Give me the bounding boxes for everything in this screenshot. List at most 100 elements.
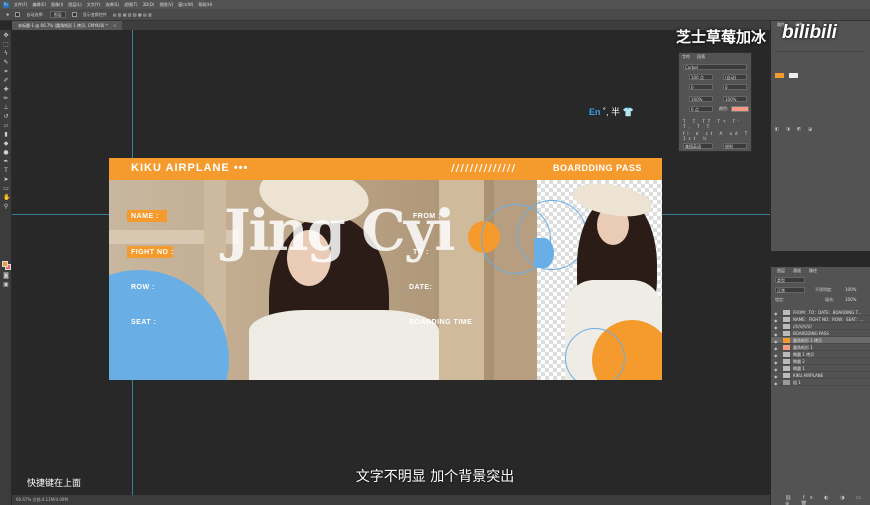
shape-stroke-swatch[interactable] <box>789 73 798 78</box>
layer-actions[interactable]: ⛓ fx ◐ ◑ ▭ ⊕ 🗑 <box>785 495 870 505</box>
font-size-field[interactable]: 100 点 <box>689 74 713 80</box>
menu-type[interactable]: 文字(Y) <box>87 2 101 8</box>
layer-row[interactable]: ◉ 椭圆 1 拷贝 <box>771 351 870 358</box>
dodge-tool-icon[interactable]: ● <box>3 150 9 156</box>
brush-tool-icon[interactable]: ✏ <box>3 96 9 102</box>
auto-select-dropdown[interactable]: 图层 <box>49 11 66 18</box>
antialias-select[interactable]: 锐利 <box>723 143 747 149</box>
vertical-scale-field[interactable]: 100% <box>689 96 713 102</box>
layer-row[interactable]: ◉ NAME：FIGHT NO：ROW：SEAT：... <box>771 316 870 323</box>
menu-window[interactable]: 窗口(W) <box>178 2 193 8</box>
para-tab[interactable]: 段落 <box>697 54 705 60</box>
fill-value[interactable]: 100% <box>845 297 856 302</box>
tab-layers[interactable]: 图层 <box>773 267 789 275</box>
layer-row[interactable]: ◉ 圆角矩形 1 <box>771 344 870 351</box>
crop-tool-icon[interactable]: ⌗ <box>3 69 9 75</box>
char-tab[interactable]: 字符 <box>682 54 690 60</box>
layer-row[interactable]: ◉ KIKU AIRPLANE <box>771 372 870 379</box>
leading-field[interactable]: (自动) <box>723 74 747 80</box>
ps-logo-icon: Ps <box>3 1 9 8</box>
marquee-tool-icon[interactable]: ⬚ <box>3 42 9 48</box>
quick-select-tool-icon[interactable]: ✎ <box>3 60 9 66</box>
screen-mode-icon[interactable]: ▣ <box>3 282 9 288</box>
move-tool-icon[interactable]: ✥ <box>3 33 9 39</box>
eyedropper-tool-icon[interactable]: ✐ <box>3 78 9 84</box>
shape-tool-icon[interactable]: ▭ <box>3 186 9 192</box>
eye-icon[interactable]: ◉ <box>774 380 778 387</box>
menu-filter[interactable]: 滤镜(T) <box>124 2 138 8</box>
field-seat-label: SEAT : <box>131 319 157 326</box>
baseline-field[interactable]: 0 点 <box>689 106 713 112</box>
type-thumb <box>783 317 790 322</box>
auto-select-checkbox[interactable] <box>15 12 21 17</box>
shape-thumb <box>783 338 790 343</box>
tracking-field[interactable]: 0 <box>723 84 747 90</box>
kerning-field[interactable]: 0 <box>689 84 713 90</box>
tab-title: 未标题-1 @ 66.7% (圆角矩形 1 拷贝, CMYK/8) * <box>18 23 108 28</box>
ime-en: En <box>589 107 601 117</box>
show-transform-checkbox[interactable] <box>71 12 77 17</box>
shape-thumb <box>783 366 790 371</box>
video-subtitle: 文字不明显 加个背景突出 <box>355 469 515 485</box>
type-thumb <box>783 373 790 378</box>
tab-document[interactable]: 未标题-1 @ 66.7% (圆角矩形 1 拷贝, CMYK/8) * × <box>12 21 123 30</box>
horizontal-scale-field[interactable]: 100% <box>723 96 747 102</box>
layer-kind-filter[interactable]: 类型 <box>775 277 805 283</box>
opentype-buttons[interactable]: fi σ st A ad T 1st ½ <box>683 131 751 141</box>
text-style-buttons[interactable]: T T TT Tт T' T, T T <box>683 119 751 129</box>
corner-radius-fields[interactable] <box>775 89 863 129</box>
align-icons[interactable]: ▤ ▥ ▦ ▧ ▨ ▩ ▤ ▥ <box>113 12 152 17</box>
opacity-value[interactable]: 100% <box>845 287 856 292</box>
pathfinder-buttons[interactable]: ◧ ◨ ◩ ◪ <box>775 126 815 131</box>
healing-tool-icon[interactable]: ✚ <box>3 87 9 93</box>
layer-row[interactable]: ◉ 组 1 <box>771 379 870 386</box>
stamp-tool-icon[interactable]: ⊥ <box>3 105 9 111</box>
tab-paths[interactable]: 路径 <box>805 267 821 275</box>
layer-row-selected[interactable]: ◉ 圆角矩形 1 拷贝 <box>771 337 870 344</box>
layer-row[interactable]: ◉////////////// <box>771 323 870 330</box>
menu-help[interactable]: 帮助(H) <box>198 2 212 8</box>
pen-tool-icon[interactable]: ✒ <box>3 159 9 165</box>
ime-indicator[interactable]: En ˚, 半 👕 <box>589 105 634 118</box>
move-tool-icon[interactable]: ✥ <box>6 12 9 17</box>
type-thumb <box>783 324 790 329</box>
menu-3d[interactable]: 3D(D) <box>143 2 155 7</box>
gradient-tool-icon[interactable]: ▮ <box>3 132 9 138</box>
menu-layer[interactable]: 图层(L) <box>68 2 81 8</box>
hand-tool-icon[interactable]: ✋ <box>3 195 10 201</box>
quick-mask-icon[interactable]: ◙ <box>3 273 9 279</box>
menu-file[interactable]: 文件(F) <box>14 2 27 8</box>
shape-thumb <box>783 345 790 350</box>
ime-rest: ˚, 半 👕 <box>603 107 634 117</box>
options-bar: ✥ 自动选择: 图层 显示变换控件 ▤ ▥ ▦ ▧ ▨ ▩ ▤ ▥ <box>0 9 870 21</box>
menu-bar: Ps 文件(F) 编辑(E) 图像(I) 图层(L) 文字(Y) 选择(S) 滤… <box>0 0 870 9</box>
menu-select[interactable]: 选择(S) <box>105 2 119 8</box>
blur-tool-icon[interactable]: ◆ <box>3 141 9 147</box>
menu-image[interactable]: 图像(I) <box>51 2 63 8</box>
blend-mode-select[interactable]: 正常 <box>775 287 805 293</box>
foreground-color-swatch[interactable] <box>2 261 8 267</box>
language-select[interactable]: 美国英语 <box>683 143 713 149</box>
zoom-tool-icon[interactable]: ⚲ <box>3 204 9 210</box>
layer-row[interactable]: ◉ 椭圆 2 <box>771 358 870 365</box>
menu-edit[interactable]: 编辑(E) <box>32 2 46 8</box>
text-color-swatch[interactable] <box>731 106 749 112</box>
canvas-area[interactable]: Jing Cyi KIKU AIRPLANE ••• /////////////… <box>12 30 770 495</box>
history-brush-icon[interactable]: ↺ <box>3 114 9 120</box>
eraser-tool-icon[interactable]: ▱ <box>3 123 9 129</box>
layer-row[interactable]: ◉ 椭圆 1 <box>771 365 870 372</box>
shape-fill-swatch[interactable] <box>775 73 784 78</box>
path-select-tool-icon[interactable]: ➤ <box>3 177 9 183</box>
menu-view[interactable]: 视图(V) <box>159 2 173 8</box>
layer-row[interactable]: ◉ BOARDDING PASS <box>771 330 870 337</box>
layer-row[interactable]: ◉ FROM：TO：DATE：BOARDING T... <box>771 309 870 316</box>
field-to-label: TO : <box>413 249 429 256</box>
lock-label: 锁定: <box>775 297 785 302</box>
font-family-select[interactable]: Corbel <box>683 64 747 70</box>
boarding-pass-title: BOARDDING PASS <box>553 163 642 173</box>
lasso-tool-icon[interactable]: ϟ <box>3 51 9 57</box>
type-tool-icon[interactable]: T <box>3 168 9 174</box>
boarding-pass-document[interactable]: Jing Cyi KIKU AIRPLANE ••• /////////////… <box>109 158 662 380</box>
tab-channels[interactable]: 通道 <box>789 267 805 275</box>
close-icon[interactable]: × <box>113 23 116 28</box>
